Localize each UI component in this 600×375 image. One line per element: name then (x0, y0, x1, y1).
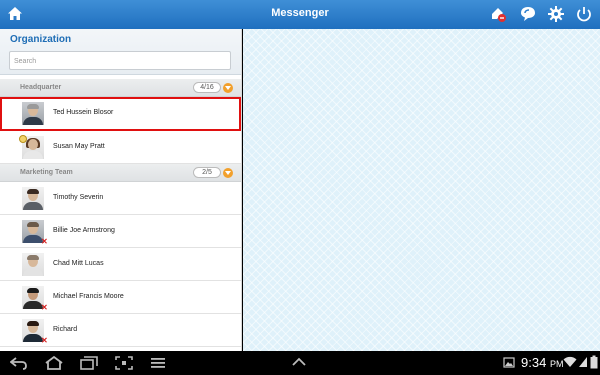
battery-icon (590, 355, 598, 369)
contact-row[interactable]: Chad Mitt Lucas (0, 248, 241, 281)
clock: 9:34 PM (521, 355, 564, 370)
organization-title: Organization (10, 34, 72, 45)
available-status-icon (19, 135, 27, 143)
avatar (22, 253, 44, 276)
contact-name: Ted Hussein Blosor (53, 109, 114, 116)
gallery-notification-icon (503, 357, 515, 368)
new-message-icon[interactable] (489, 5, 507, 23)
search-input[interactable]: Search (9, 51, 231, 70)
group-header-marketing-team[interactable]: Marketing Team 2/5 (0, 164, 241, 182)
group-header-headquarter[interactable]: Headquarter 4/16 (0, 79, 241, 97)
contact-row[interactable]: Susan May Pratt (0, 131, 241, 164)
organization-header: Organization Search (0, 29, 241, 75)
contact-name: Michael Francis Moore (53, 293, 124, 300)
system-navigation-bar: 9:34 PM (0, 351, 600, 375)
offline-status-icon: ✕ (41, 303, 48, 312)
conversation-pane (243, 29, 600, 351)
organization-panel: Organization Search Headquarter 4/16 Ted… (0, 29, 242, 351)
contact-name: Billie Joe Armstrong (53, 227, 115, 234)
contact-name: Susan May Pratt (53, 143, 105, 150)
chevron-up-icon[interactable] (291, 357, 307, 367)
offline-status-icon: ✕ (41, 237, 48, 246)
app-title: Messenger (271, 7, 329, 19)
contact-name: Chad Mitt Lucas (53, 260, 104, 267)
group-count-badge: 2/5 (193, 167, 221, 178)
collapse-toggle-icon[interactable] (223, 83, 233, 93)
contact-row[interactable]: ✕ Richard (0, 314, 241, 347)
signal-icon (579, 357, 587, 367)
wifi-icon (563, 356, 577, 367)
home-nav-icon[interactable] (44, 355, 64, 370)
group-count-badge: 4/16 (193, 82, 221, 93)
chat-icon[interactable] (519, 5, 537, 23)
group-name: Headquarter (20, 84, 62, 91)
back-icon[interactable] (10, 356, 28, 370)
recent-apps-icon[interactable] (80, 356, 98, 370)
avatar (22, 187, 44, 210)
collapse-toggle-icon[interactable] (223, 168, 233, 178)
screenshot-icon[interactable] (115, 356, 133, 370)
contact-row[interactable]: Ted Hussein Blosor (0, 97, 241, 131)
contact-row[interactable]: Timothy Severin (0, 182, 241, 215)
contact-row[interactable]: ✕ Billie Joe Armstrong (0, 215, 241, 248)
contact-name: Richard (53, 326, 78, 333)
settings-icon[interactable] (547, 5, 565, 23)
offline-status-icon: ✕ (41, 336, 48, 345)
power-icon[interactable] (575, 5, 593, 23)
app-bar: Messenger (0, 0, 600, 29)
menu-icon[interactable] (150, 356, 166, 370)
contact-row[interactable]: ✕ Michael Francis Moore (0, 281, 241, 314)
contact-name: Timothy Severin (53, 194, 104, 201)
avatar (22, 102, 44, 125)
group-name: Marketing Team (20, 169, 73, 176)
